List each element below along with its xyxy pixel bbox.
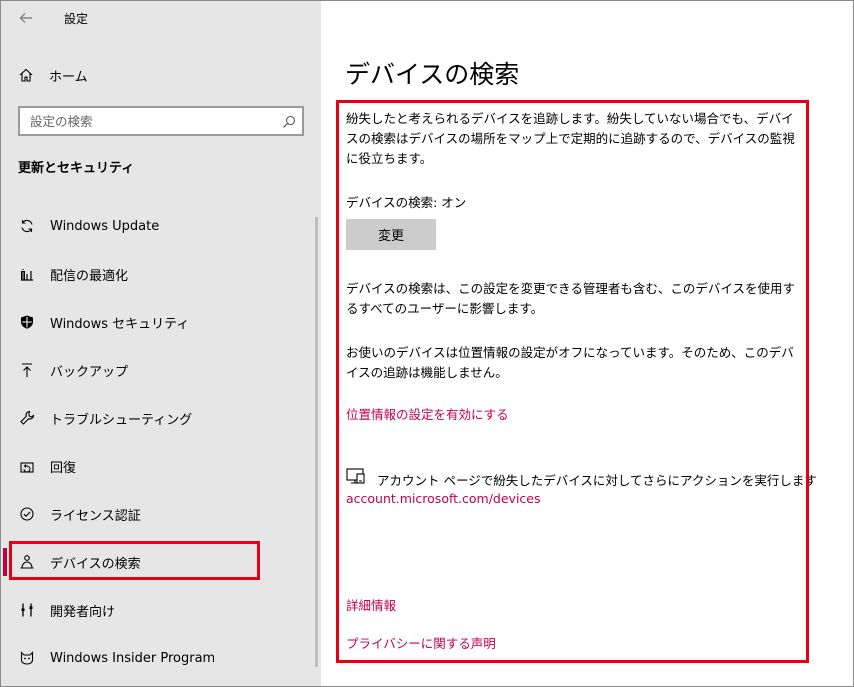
- window-title: 設定: [64, 12, 89, 26]
- more-info-link[interactable]: 詳細情報: [346, 595, 396, 614]
- search-icon[interactable]: [282, 114, 296, 128]
- account-text: アカウント ページで紛失したデバイスに対してさらにアクションを実行します: [377, 473, 817, 488]
- back-arrow-icon[interactable]: [18, 10, 34, 26]
- sidebar-item-label: 配信の最適化: [50, 268, 129, 284]
- sidebar-scrollbar[interactable]: [315, 217, 318, 667]
- home-label: ホーム: [49, 69, 88, 85]
- sidebar-item-windows-insider[interactable]: Windows Insider Program: [1, 634, 311, 682]
- developer-tools-icon: [18, 601, 36, 619]
- person-location-icon: [18, 553, 36, 571]
- sidebar-item-label: デバイスの検索: [50, 556, 141, 572]
- selection-indicator: [3, 548, 7, 576]
- backup-arrow-icon: [18, 361, 36, 379]
- section-title: 更新とセキュリティ: [18, 161, 135, 176]
- sidebar-item-label: トラブルシューティング: [50, 412, 193, 428]
- insider-cat-icon: [18, 649, 36, 667]
- sidebar-item-activation[interactable]: ライセンス認証: [1, 490, 311, 538]
- sidebar: 設定 ホーム 更新とセキュリティ Windows Update: [1, 1, 321, 686]
- sidebar-item-label: Windows Update: [50, 218, 160, 234]
- sidebar-item-recovery[interactable]: 回復: [1, 442, 311, 490]
- home-icon: [18, 67, 34, 83]
- search-input[interactable]: [20, 108, 290, 134]
- home-link[interactable]: ホーム: [18, 64, 88, 86]
- enable-location-link[interactable]: 位置情報の設定を有効にする: [346, 404, 509, 423]
- sidebar-item-label: 開発者向け: [50, 604, 116, 620]
- sidebar-item-developers[interactable]: 開発者向け: [1, 586, 311, 634]
- admin-note-text: デバイスの検索は、この設定を変更できる管理者も含む、このデバイスを使用するすべて…: [346, 281, 796, 316]
- main-panel: デバイスの検索 紛失したと考えられるデバイスを追跡します。紛失していない場合でも…: [321, 1, 853, 686]
- sidebar-item-windows-update[interactable]: Windows Update: [1, 202, 311, 250]
- recovery-icon: [18, 457, 36, 475]
- sidebar-item-label: 回復: [50, 460, 77, 476]
- check-circle-icon: [18, 505, 36, 523]
- sidebar-item-backup[interactable]: バックアップ: [1, 346, 311, 394]
- description-text: 紛失したと考えられるデバイスを追跡します。紛失していない場合でも、デバイスの検索…: [346, 111, 795, 166]
- sync-icon: [18, 217, 36, 235]
- device-account-icon: [346, 467, 366, 485]
- change-button[interactable]: 変更: [346, 219, 436, 250]
- settings-window: 設定 ホーム 更新とセキュリティ Windows Update: [0, 0, 854, 687]
- page-title: デバイスの検索: [345, 60, 520, 89]
- sidebar-item-find-my-device[interactable]: デバイスの検索: [1, 538, 311, 586]
- sidebar-item-label: Windows セキュリティ: [50, 316, 190, 332]
- delivery-optimization-icon: [18, 265, 36, 283]
- location-off-note: お使いのデバイスは位置情報の設定がオフになっています。そのため、このデバイスの追…: [346, 345, 794, 380]
- account-devices-link[interactable]: account.microsoft.com/devices: [346, 491, 541, 506]
- sidebar-item-label: バックアップ: [50, 364, 129, 380]
- privacy-statement-link[interactable]: プライバシーに関する声明: [346, 633, 496, 652]
- sidebar-item-label: ライセンス認証: [50, 508, 141, 524]
- sidebar-item-windows-security[interactable]: Windows セキュリティ: [1, 298, 311, 346]
- find-device-status: デバイスの検索: オン: [346, 195, 467, 210]
- shield-icon: [18, 313, 36, 331]
- sidebar-item-troubleshoot[interactable]: トラブルシューティング: [1, 394, 311, 442]
- settings-search-box[interactable]: [18, 106, 304, 136]
- sidebar-item-delivery-optimization[interactable]: 配信の最適化: [1, 250, 311, 298]
- wrench-icon: [18, 409, 36, 427]
- sidebar-item-label: Windows Insider Program: [50, 650, 216, 666]
